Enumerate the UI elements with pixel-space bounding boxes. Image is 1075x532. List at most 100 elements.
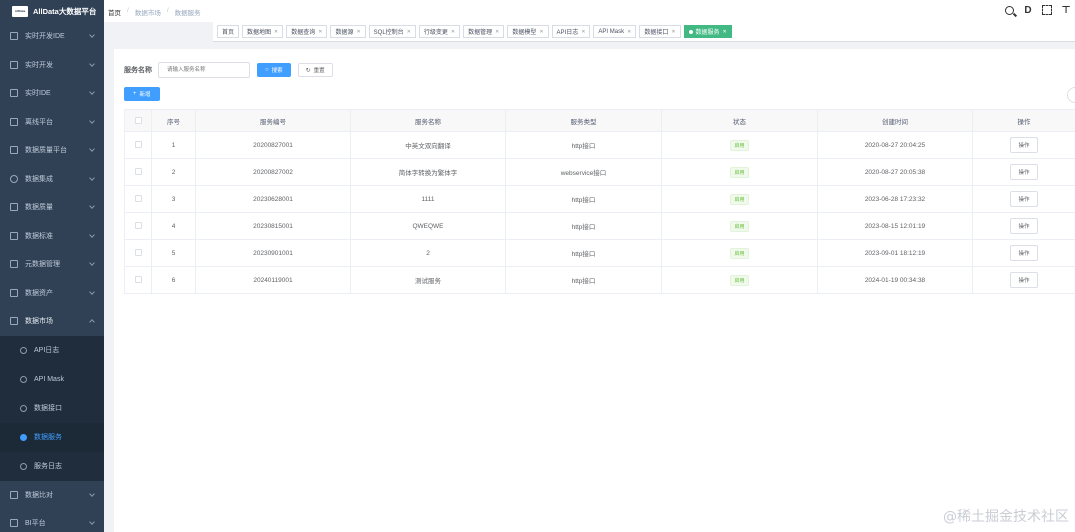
compass-icon	[10, 174, 18, 183]
sidebar-item-assets[interactable]: 数据资产	[0, 279, 104, 308]
sidebar-item-standard[interactable]: 数据标准	[0, 222, 104, 251]
close-icon[interactable]: ✕	[495, 29, 499, 35]
app-logo[interactable]: AllData AllData大数据平台	[0, 0, 104, 22]
sidebar-item-metadata[interactable]: 元数据管理	[0, 250, 104, 279]
main-content: 服务名称 ○搜索 ↻重置 +新增 序号 服务编号 服务名称 服务类型 状态 创建…	[114, 49, 1075, 532]
cell-code: 20200827002	[195, 158, 351, 186]
sidebar-item-bi[interactable]: BI平台	[0, 509, 104, 532]
close-icon[interactable]: ✕	[723, 29, 727, 35]
sidebar-item-service-log[interactable]: 服务日志	[0, 452, 104, 481]
reset-button[interactable]: ↻ 重置	[297, 63, 333, 77]
row-select-cell	[124, 266, 152, 294]
row-action-button[interactable]: 操作	[1010, 191, 1038, 207]
row-action-button[interactable]: 操作	[1010, 137, 1038, 153]
close-icon[interactable]: ✕	[356, 29, 360, 35]
chevron-down-icon	[89, 231, 95, 238]
tag-sql-console[interactable]: SQL控制台 ✕	[368, 25, 416, 38]
tag-api-log[interactable]: API日志 ✕	[551, 25, 591, 38]
table-row: 2 20200827002 简体字转换为繁体字 webservice接口 启用 …	[124, 158, 1075, 186]
tag-data-map[interactable]: 数据地图 ✕	[242, 25, 284, 38]
cloud-icon	[20, 433, 27, 441]
row-select-cell	[124, 212, 152, 240]
service-name-input[interactable]	[158, 62, 250, 78]
sidebar-item-dq-platform[interactable]: 数据质量平台	[0, 136, 104, 165]
cell-index: 6	[151, 266, 196, 294]
add-button[interactable]: + 新增	[124, 87, 160, 101]
row-action-button[interactable]: 操作	[1010, 218, 1038, 234]
chevron-down-icon	[89, 260, 95, 266]
row-select-cell	[124, 185, 152, 213]
search-icon[interactable]	[1005, 5, 1014, 15]
sidebar-item-api-mask[interactable]: API Mask	[0, 365, 104, 394]
tag-data-service[interactable]: 数据服务 ✕	[683, 25, 732, 38]
row-checkbox[interactable]	[134, 222, 142, 230]
cell-status: 启用	[661, 239, 818, 267]
column-toggle-button[interactable]	[1067, 87, 1075, 103]
tag-api-mask[interactable]: API Mask ✕	[593, 25, 637, 38]
close-icon[interactable]: ✕	[407, 29, 411, 35]
sidebar-item-quality[interactable]: 数据质量	[0, 193, 104, 222]
close-icon[interactable]: ✕	[539, 29, 543, 35]
row-checkbox[interactable]	[134, 141, 142, 149]
cell-index: 5	[151, 239, 196, 267]
font-size-icon[interactable]: ⊤	[1061, 4, 1071, 16]
cell-code: 20230901001	[195, 239, 351, 267]
status-badge: 启用	[730, 193, 749, 205]
row-action-button[interactable]: 操作	[1010, 272, 1038, 288]
chevron-down-icon	[89, 174, 95, 181]
row-checkbox[interactable]	[134, 249, 142, 257]
row-checkbox[interactable]	[134, 195, 142, 203]
send-icon	[10, 260, 18, 269]
col-status: 状态	[661, 109, 818, 132]
chevron-down-icon	[89, 146, 95, 152]
cell-name: 中英文双向翻译	[350, 131, 506, 159]
service-name-label: 服务名称	[124, 67, 152, 74]
tag-datasource[interactable]: 数据源 ✕	[330, 25, 366, 38]
close-icon[interactable]: ✕	[274, 29, 278, 35]
cell-type: webservice接口	[505, 158, 662, 186]
cell-status: 启用	[661, 212, 818, 240]
close-icon[interactable]: ✕	[627, 29, 631, 35]
sidebar-item-integration[interactable]: 数据集成	[0, 165, 104, 194]
breadcrumb-home[interactable]: 首页	[108, 7, 121, 17]
tag-data-manage[interactable]: 数据管理 ✕	[463, 25, 505, 38]
close-icon[interactable]: ✕	[318, 29, 322, 35]
close-icon[interactable]: ✕	[581, 29, 585, 35]
cell-actions: 操作	[972, 158, 1075, 186]
sidebar-item-market[interactable]: 数据市场	[0, 307, 104, 336]
sidebar-item-compare[interactable]: 数据比对	[0, 481, 104, 510]
sidebar-item-api-log[interactable]: API日志	[0, 336, 104, 365]
chevron-down-icon	[89, 203, 95, 209]
send-icon	[10, 89, 18, 98]
close-icon[interactable]: ✕	[451, 29, 455, 35]
breadcrumb-separator: /	[166, 7, 169, 14]
cell-index: 3	[151, 185, 196, 213]
tag-data-query[interactable]: 数据查询 ✕	[286, 25, 328, 38]
row-action-button[interactable]: 操作	[1010, 164, 1038, 180]
sidebar-item-realtime-ide-dev[interactable]: 实时开发IDE	[0, 22, 104, 51]
row-checkbox[interactable]	[134, 276, 142, 284]
row-action-button[interactable]: 操作	[1010, 245, 1038, 261]
tag-data-model[interactable]: 数据模型 ✕	[507, 25, 549, 38]
sidebar-item-data-service[interactable]: 数据服务	[0, 422, 104, 452]
col-index: 序号	[151, 109, 196, 132]
sidebar-item-realtime-ide[interactable]: 实时IDE	[0, 79, 104, 108]
close-icon[interactable]: ✕	[671, 29, 675, 35]
sidebar-item-data-api[interactable]: 数据接口	[0, 394, 104, 423]
row-checkbox[interactable]	[134, 168, 142, 176]
sidebar-item-realtime-dev[interactable]: 实时开发	[0, 51, 104, 80]
docs-icon[interactable]: D	[1023, 4, 1033, 16]
select-all-checkbox[interactable]	[134, 116, 142, 124]
cell-status: 启用	[661, 131, 818, 159]
tag-data-api[interactable]: 数据接口 ✕	[639, 25, 681, 38]
tag-home[interactable]: 首页	[217, 25, 240, 38]
search-button[interactable]: ○ 搜索	[257, 63, 291, 77]
sidebar-item-offline[interactable]: 离线平台	[0, 108, 104, 137]
chart-icon	[10, 519, 18, 528]
grid-icon	[10, 203, 18, 212]
grid-icon	[10, 146, 18, 155]
cell-status: 启用	[661, 185, 818, 213]
chevron-down-icon	[89, 117, 95, 124]
fullscreen-icon[interactable]	[1042, 5, 1052, 15]
tag-row-change[interactable]: 行级变更 ✕	[418, 25, 461, 38]
